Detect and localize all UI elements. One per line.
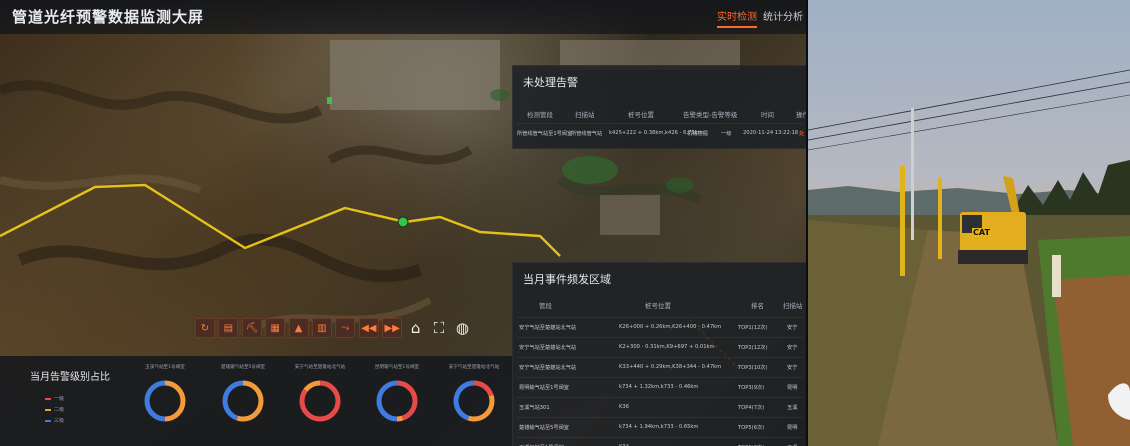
hotspot-col-station: 扫描站 [783,302,803,310]
alarm-handle-link[interactable]: 处 [799,130,804,137]
app-title: 管道光纤预警数据监测大屏 [12,8,205,26]
alarm-col-segment: 检测管段 [527,111,553,119]
hotspot-cell-rank: TOP2(12次) [738,345,768,351]
power-line [808,81,1130,141]
donut-label: 安宁气站至楚雄站北气站 [295,363,346,370]
hotspot-cell-rank: TOP5(6次) [738,425,765,431]
hotspot-cell-position: K26+000 + 0.26km,K26+400 - 0.47km [619,324,722,330]
hotspot-cell-station: 昆明 [787,385,798,391]
hotspot-cell-position: k734 + 1.32km,k733 - 0.46km [619,384,699,390]
alarm-col-action: 操作 [796,111,806,119]
hotspot-cell-station: 安宁 [787,325,798,331]
hotspot-cell-segment: 安宁气站至楚雄站北气站 [519,365,577,371]
home-icon[interactable]: ⌂ [406,318,426,338]
hotspot-cell-segment: 安宁气站至楚雄站北气站 [519,345,577,351]
donut-label: 昆明输气站至1号阀室 [375,363,420,370]
refresh-icon[interactable]: ↻ [195,318,215,338]
station-marker [327,97,332,104]
hotspot-cell-station: 安宁 [787,365,798,371]
row-divider [517,337,803,338]
hotspot-cell-rank: TOP1(12次) [738,325,768,331]
route-icon[interactable]: ⤳ [335,318,356,338]
alarm-panel-title: 未处理告警 [523,76,578,89]
site-photo-scene [808,69,1130,446]
site-photo: CAT [808,0,1130,446]
utility-pole [911,108,914,240]
hotspot-cell-rank: TOP3(10次) [738,365,768,371]
alarm-level-panel: 当月告警级别占比 一级 二级 三级 玉溪气站至1号阀室 楚雄输气站至5号阀室 安宁气… [0,356,512,446]
row-divider [517,357,803,358]
hotspot-panel-title: 当月事件频发区域 [523,273,611,286]
monitoring-dashboard: 管道光纤预警数据监测大屏 实时检测 统计分析 未处理告警 检测管段 扫描站 桩号… [0,0,806,446]
hotspot-col-rank: 排名 [751,302,764,310]
hotspot-col-segment: 管段 [539,302,552,310]
excavator-brand-label: CAT [972,228,991,237]
hotspot-cell-station: 安宁 [787,345,798,351]
row-divider [517,377,803,378]
hotspot-cell-segment: 安宁气站至楚雄站北气站 [519,325,577,331]
marker-post [938,177,942,259]
hotspot-cell-station: 昆明 [787,425,798,431]
alarm-col-time: 时间 [761,111,774,119]
row-divider [517,123,803,124]
warning-light-icon[interactable]: ▲ [288,318,309,338]
row-divider [517,317,803,318]
hotspot-cell-station: 玉溪 [787,405,798,411]
row-divider [517,417,803,418]
hotspot-cell-position: K36 [619,404,630,410]
power-line [808,94,1130,151]
alarm-col-type: 告警类型-告警等级 [683,111,738,119]
hotspot-cell-rank: TOP3(9次) [738,385,765,391]
hotspot-cell-segment: 楚雄输气站至5号阀室 [519,425,569,431]
row-divider [517,437,803,438]
alarm-location-marker [397,216,409,228]
alarm-cell-time: 2020-11-24 13:22:18 [743,130,799,136]
globe-icon[interactable]: ◍ [452,318,472,338]
row-divider [517,397,803,398]
hotspot-cell-position: K33+440 + 0.29km,K38+344 - 0.47km [619,364,722,370]
hotspot-cell-segment: 玉溪气站301 [519,405,550,411]
hotspot-cell-segment: 昆明输气站至1号阀室 [519,385,569,391]
donut-label: 安宁气站至楚雄站北气站 [449,363,500,370]
excavator-icon[interactable]: ⛏ [241,318,262,338]
alarm-col-station: 扫描站 [575,111,595,119]
alarm-cell-level: 一级 [721,131,732,137]
alarm-cell-type: 机械挖掘 [687,131,708,137]
hotspot-cell-rank: TOP4(7次) [738,405,765,411]
building-icon[interactable]: ▦ [265,318,286,338]
report-icon[interactable]: ▥ [312,318,332,338]
alarm-panel: 未处理告警 检测管段 扫描站 桩号位置 告警类型-告警等级 时间 操作 所管线管… [512,65,806,149]
hotspot-col-position: 桩号位置 [645,302,671,310]
donut-label: 玉溪气站至1号阀室 [145,363,185,370]
alarm-list-icon[interactable]: ▤ [218,318,239,338]
alarm-cell-segment: 所管线管气站至1号阀室 [517,131,573,137]
fast-forward-icon[interactable]: ▶▶ [382,318,403,338]
hotspot-cell-position: K2+300 - 0.31km,K9+697 + 0.01km [619,344,715,350]
rewind-icon[interactable]: ◀◀ [358,318,379,338]
marker-post [900,166,905,276]
top-bar: 管道光纤预警数据监测大屏 实时检测 统计分析 [0,0,806,34]
alarm-col-position: 桩号位置 [628,111,654,119]
alarm-level-donuts: 玉溪气站至1号阀室 楚雄输气站至5号阀室 安宁气站至楚雄站北气站 昆明输气站至1号阀室… [144,363,500,422]
alarm-cell-station: 所管线管气站 [571,131,603,137]
power-line [808,69,1130,131]
donut-label: 楚雄输气站至5号阀室 [221,363,266,370]
tab-statistics[interactable]: 统计分析 [763,8,803,26]
hotspot-cell-position: k734 + 1.94km,k733 - 0.65km [619,424,699,430]
concrete-marker [1052,255,1061,297]
fullscreen-icon[interactable]: ⛶ [429,318,449,338]
hotspot-panel: 当月事件频发区域 管段 桩号位置 排名 扫描站 安宁气站至楚雄站北气站 K26+0… [512,262,806,446]
tab-realtime[interactable]: 实时检测 [717,8,757,28]
